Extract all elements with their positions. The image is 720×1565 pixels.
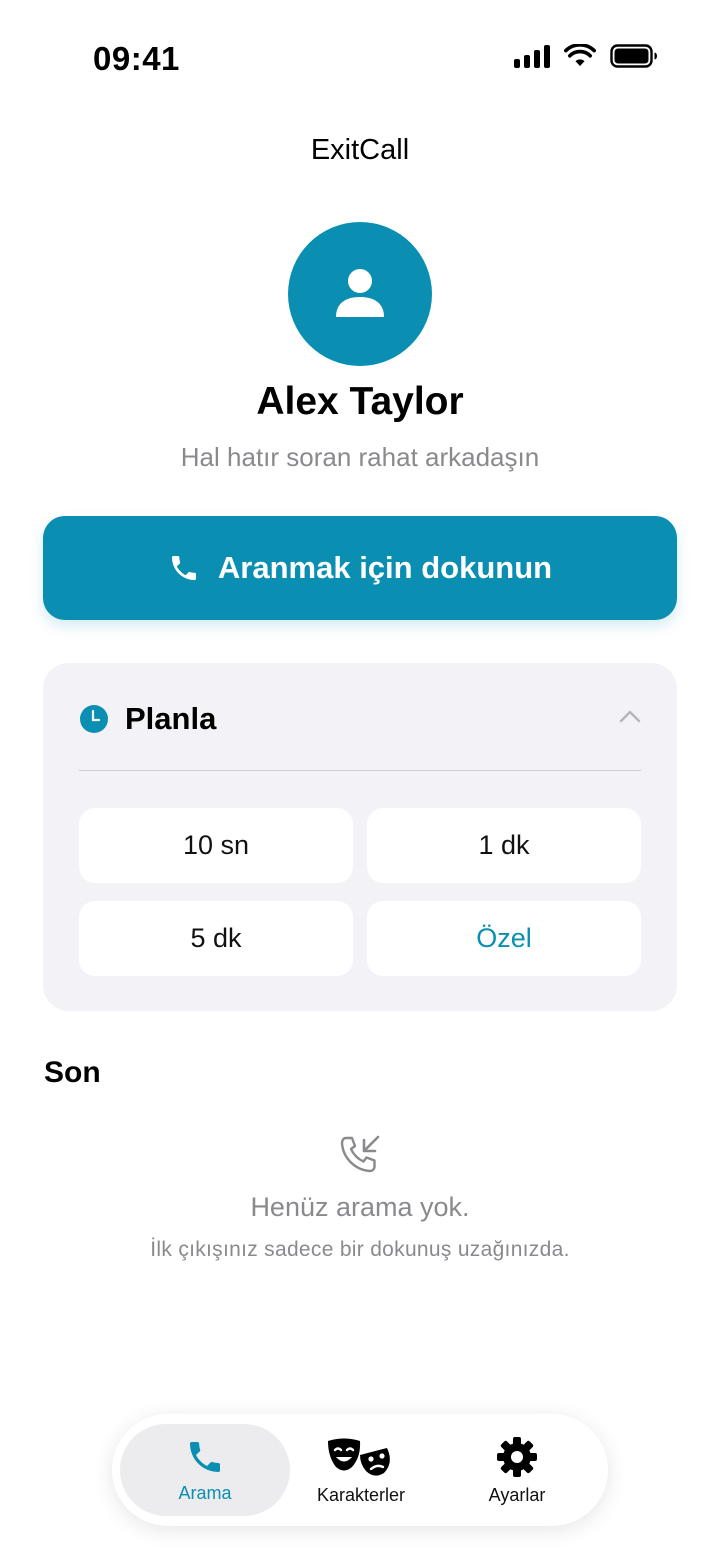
app-title: ExitCall xyxy=(310,134,410,166)
tab-label: Karakterler xyxy=(316,1484,406,1505)
schedule-title: Planla xyxy=(125,701,217,736)
schedule-option-10s[interactable]: 10 sn xyxy=(79,808,353,883)
status-icons xyxy=(514,44,658,68)
schedule-header[interactable]: Planla xyxy=(79,701,216,737)
schedule-option-custom[interactable]: Özel xyxy=(367,901,641,976)
chevron-up-icon[interactable] xyxy=(619,709,641,723)
call-button-label: Aranmak için dokunun xyxy=(217,550,553,585)
gear-icon xyxy=(497,1436,537,1477)
schedule-option-1m[interactable]: 1 dk xyxy=(367,808,641,883)
character-name: Alex Taylor xyxy=(256,380,464,423)
tab-bar: Arama Karakterler Ayarlar xyxy=(112,1414,608,1526)
status-time: 09:41 xyxy=(93,40,180,77)
empty-state-subtitle: İlk çıkışınız sadece bir dokunuş uzağını… xyxy=(150,1238,570,1261)
wifi-icon xyxy=(564,44,596,66)
tab-label: Ayarlar xyxy=(488,1484,546,1505)
character-description: Hal hatır soran rahat arkadaşın xyxy=(180,442,540,472)
tab-karakterler[interactable]: Karakterler xyxy=(284,1424,438,1516)
cellular-signal-icon xyxy=(514,44,550,68)
tab-arama[interactable]: Arama xyxy=(120,1424,290,1516)
screen: 09:41 ExitCall Alex Taylor Hal hatır sor… xyxy=(0,0,720,1565)
schedule-option-5m[interactable]: 5 dk xyxy=(79,901,353,976)
tab-label: Arama xyxy=(178,1482,232,1503)
schedule-card: Planla 10 sn 1 dk 5 dk Özel xyxy=(43,663,677,1011)
theater-masks-icon xyxy=(328,1438,390,1476)
phone-icon xyxy=(190,1441,220,1472)
call-button[interactable]: Aranmak için dokunun xyxy=(43,516,677,620)
person-icon xyxy=(336,269,384,317)
battery-icon xyxy=(610,44,657,68)
tab-ayarlar[interactable]: Ayarlar xyxy=(440,1424,594,1516)
recent-title: Son xyxy=(44,1056,101,1089)
empty-state-title: Henüz arama yok. xyxy=(250,1192,470,1222)
avatar[interactable] xyxy=(288,222,432,366)
phone-icon xyxy=(171,556,196,580)
clock-icon xyxy=(80,705,108,733)
divider xyxy=(79,770,641,771)
incoming-call-icon xyxy=(340,1135,380,1173)
